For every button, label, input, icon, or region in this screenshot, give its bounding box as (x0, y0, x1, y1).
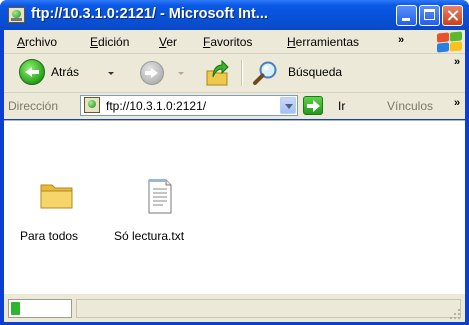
file-view: Para todos Só lectura.txt (4, 120, 465, 294)
forward-dropdown-icon[interactable] (178, 72, 184, 75)
ftp-page-icon (84, 97, 100, 113)
address-dropdown-icon[interactable] (280, 97, 296, 114)
links-label[interactable]: Vínculos (387, 99, 433, 113)
minimize-button[interactable] (396, 5, 417, 26)
address-value[interactable]: ftp://10.3.1.0:2121/ (106, 99, 206, 113)
forward-arrow-icon[interactable] (140, 61, 164, 85)
menu-ver[interactable]: Ver (159, 35, 177, 49)
go-arrow-icon[interactable] (303, 96, 323, 115)
text-file-icon (148, 179, 172, 214)
toolbar-overflow-chevron[interactable]: » (454, 56, 460, 68)
browser-window: ftp://10.3.1.0:2121/ - Microsoft Int... … (0, 0, 469, 325)
standard-toolbar: Atrás Búsqueda » (4, 54, 465, 93)
menu-archivo[interactable]: Archivo (17, 35, 57, 49)
close-button[interactable] (442, 5, 463, 26)
address-label: Dirección (8, 99, 59, 113)
search-magnifier-icon[interactable] (252, 60, 280, 86)
ie-globe-icon (8, 7, 25, 23)
back-arrow-icon[interactable] (19, 59, 45, 85)
links-overflow-chevron[interactable]: » (454, 97, 460, 109)
go-button-label[interactable]: Ir (338, 99, 345, 113)
folder-up-icon[interactable] (204, 59, 230, 87)
folder-icon (40, 184, 73, 209)
file-label[interactable]: Só lectura.txt (114, 229, 184, 243)
address-bar: Dirección ftp://10.3.1.0:2121/ Ir Víncul… (4, 93, 465, 119)
menu-overflow-chevron[interactable]: » (398, 34, 404, 46)
menu-bar: Archivo Edición Ver Favoritos Herramient… (4, 30, 465, 54)
status-bar (4, 293, 465, 322)
status-progress-panel (8, 299, 72, 318)
menu-edicion[interactable]: Edición (90, 35, 129, 49)
menu-favoritos[interactable]: Favoritos (203, 35, 252, 49)
status-text-panel (76, 299, 461, 318)
title-bar[interactable]: ftp://10.3.1.0:2121/ - Microsoft Int... (0, 0, 469, 30)
search-button-label[interactable]: Búsqueda (288, 65, 342, 79)
folder-label[interactable]: Para todos (20, 229, 78, 243)
resize-grip-icon[interactable] (449, 308, 461, 320)
window-title: ftp://10.3.1.0:2121/ - Microsoft Int... (31, 6, 268, 22)
address-input[interactable]: ftp://10.3.1.0:2121/ (80, 95, 298, 116)
file-item[interactable]: Só lectura.txt (114, 177, 204, 249)
back-dropdown-icon[interactable] (108, 72, 114, 75)
menu-herramientas[interactable]: Herramientas (287, 35, 359, 49)
progress-indicator (11, 302, 20, 315)
maximize-button[interactable] (419, 5, 440, 26)
toolbar-separator (241, 60, 243, 86)
windows-logo (436, 31, 464, 53)
back-button-label[interactable]: Atrás (51, 65, 79, 79)
folder-item[interactable]: Para todos (20, 179, 90, 249)
